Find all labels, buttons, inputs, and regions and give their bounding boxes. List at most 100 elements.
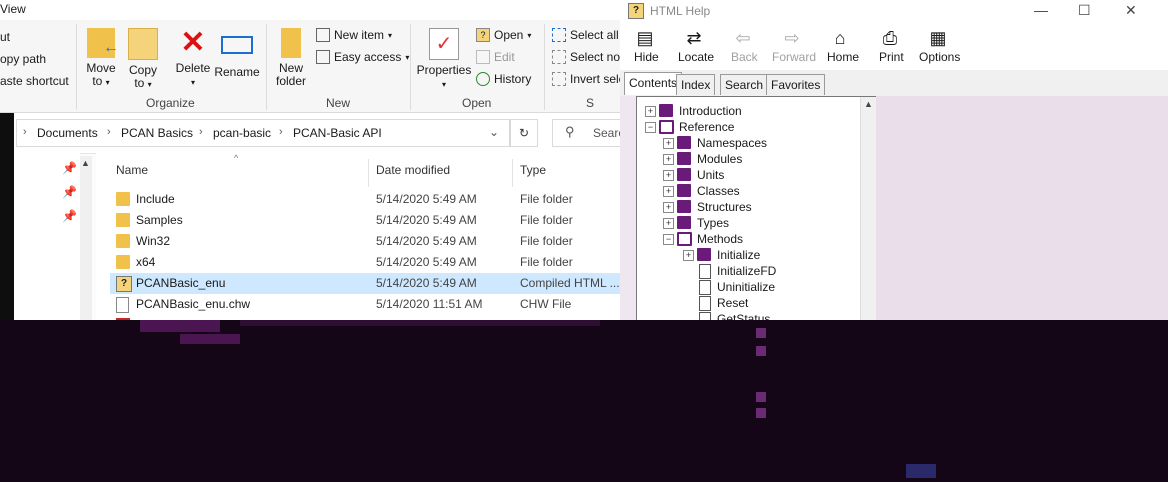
expand-icon[interactable]: +: [683, 250, 694, 261]
expand-icon[interactable]: +: [663, 218, 674, 229]
history-label: History: [494, 72, 532, 86]
breadcrumb-pcan-basic[interactable]: pcan-basic: [213, 126, 271, 140]
locate-button[interactable]: Locate: [678, 50, 714, 64]
forward-arrow-icon: ⇨: [784, 28, 800, 48]
expand-icon[interactable]: +: [663, 170, 674, 181]
tree-scrollbar[interactable]: ▲: [860, 97, 877, 321]
nav-scrollbar[interactable]: ▲: [80, 156, 92, 336]
open-book-icon: [677, 232, 692, 246]
easy-access-icon: [316, 50, 330, 64]
chevron-right-icon: ›: [23, 126, 27, 138]
file-date: 5/14/2020 5:49 AM: [376, 255, 477, 269]
table-row[interactable]: Samples 5/14/2020 5:49 AM File folder: [110, 210, 640, 231]
delete-button[interactable]: ✕ Delete ▾: [174, 28, 212, 89]
window-edge: [0, 113, 14, 336]
printer-icon: ⎙: [882, 28, 898, 48]
column-divider[interactable]: [512, 159, 513, 187]
close-icon[interactable]: ✕: [1125, 2, 1137, 19]
sort-ascending-icon: ^: [234, 153, 239, 163]
chevron-down-icon[interactable]: ⌄: [489, 125, 499, 139]
chevron-down-icon: ▾: [441, 80, 446, 89]
tab-favorites[interactable]: Favorites: [766, 74, 826, 95]
ribbon-divider: [410, 24, 411, 110]
pin-icon[interactable]: 📌: [62, 161, 77, 175]
tree-node-label: Modules: [697, 152, 743, 166]
tab-index[interactable]: Index: [676, 74, 716, 95]
breadcrumb-documents[interactable]: Documents: [37, 126, 98, 140]
help-file-icon: ?: [476, 28, 490, 42]
easy-access-button[interactable]: Easy access ▾: [316, 50, 409, 64]
invert-selection-button[interactable]: Invert sele: [552, 72, 625, 86]
ribbon: ut opy path aste shortcut ← Move to ▾ Co…: [0, 20, 640, 113]
pin-icon[interactable]: 📌: [62, 209, 77, 223]
page-icon: [699, 264, 711, 279]
invert-selection-label: Invert sele: [570, 72, 626, 86]
properties-button[interactable]: ✓ Properties ▾: [416, 28, 472, 91]
copy-path-label: opy path: [0, 52, 47, 66]
move-to-button[interactable]: ← Move to ▾: [84, 28, 119, 89]
forward-button[interactable]: Forward: [772, 50, 816, 64]
menu-bar: View: [0, 0, 640, 20]
breadcrumb-pcan-basics[interactable]: PCAN Basics: [121, 126, 193, 140]
breadcrumb-pcan-basic-api[interactable]: PCAN-Basic API: [293, 126, 382, 140]
expand-icon[interactable]: +: [663, 138, 674, 149]
new-item-button[interactable]: New item ▾: [316, 28, 392, 42]
home-button[interactable]: Home: [827, 50, 859, 64]
ribbon-divider: [266, 24, 267, 110]
help-app-icon: ?: [628, 3, 644, 19]
file-icon: [116, 297, 129, 313]
back-button[interactable]: Back: [731, 50, 758, 64]
select-all-button[interactable]: Select all: [552, 28, 619, 42]
print-button[interactable]: Print: [879, 50, 904, 64]
column-name[interactable]: Name: [116, 163, 148, 177]
copy-to-button[interactable]: Copy to ▾: [126, 28, 160, 91]
expand-icon[interactable]: +: [663, 186, 674, 197]
scroll-up-icon[interactable]: ▲: [81, 158, 90, 168]
tree-node-label: Methods: [697, 232, 744, 246]
column-type[interactable]: Type: [520, 163, 546, 177]
collapse-icon[interactable]: −: [663, 234, 674, 245]
options-button[interactable]: Options: [919, 50, 960, 64]
hide-button[interactable]: Hide: [634, 50, 659, 64]
open-button[interactable]: ? Open ▾: [476, 28, 531, 42]
contents-tree: ▲ + Introduction − Reference + Namespaces + Mod…: [636, 96, 878, 322]
table-row-selected[interactable]: ? PCANBasic_enu 5/14/2020 5:49 AM Compil…: [110, 273, 640, 294]
help-title-bar: ? HTML Help — ☐ ✕: [620, 0, 1168, 22]
menu-view[interactable]: View: [0, 2, 26, 16]
expand-icon[interactable]: +: [645, 106, 656, 117]
table-row[interactable]: x64 5/14/2020 5:49 AM File folder: [110, 252, 640, 273]
tab-search[interactable]: Search: [720, 74, 769, 95]
pin-icon[interactable]: 📌: [62, 185, 77, 199]
table-row[interactable]: Include 5/14/2020 5:49 AM File folder: [110, 189, 640, 210]
address-bar[interactable]: › Documents › PCAN Basics › pcan-basic ›…: [16, 119, 510, 147]
expand-icon[interactable]: +: [663, 154, 674, 165]
refresh-button[interactable]: ↻: [510, 119, 538, 147]
rename-button[interactable]: Rename: [214, 28, 260, 79]
maximize-icon[interactable]: ☐: [1078, 2, 1091, 19]
tab-contents[interactable]: Contents: [624, 72, 683, 95]
minimize-icon[interactable]: —: [1034, 2, 1048, 18]
table-row[interactable]: PCANBasic_enu.chw 5/14/2020 11:51 AM CHW…: [110, 294, 640, 315]
properties-icon: ✓: [429, 28, 459, 60]
edit-button[interactable]: Edit: [476, 50, 515, 64]
history-button[interactable]: History: [476, 72, 531, 86]
column-divider[interactable]: [368, 159, 369, 187]
select-none-button[interactable]: Select non: [552, 50, 627, 64]
column-date-modified[interactable]: Date modified: [376, 163, 450, 177]
select-none-icon: [552, 50, 566, 64]
scroll-up-icon[interactable]: ▲: [864, 99, 873, 109]
copy-path-button[interactable]: opy path: [0, 52, 46, 66]
paste-shortcut-button[interactable]: aste shortcut: [0, 74, 69, 88]
easy-access-label: Easy access: [334, 50, 402, 64]
tree-node-label: Reference: [679, 120, 735, 134]
tree-frame: [620, 96, 636, 320]
new-folder-button[interactable]: New folder: [272, 28, 310, 88]
chevron-down-icon: ▾: [527, 30, 532, 40]
chm-icon: ?: [116, 276, 132, 292]
refresh-icon: ↻: [518, 126, 530, 140]
cut-button[interactable]: ut: [0, 30, 10, 44]
table-row[interactable]: Win32 5/14/2020 5:49 AM File folder: [110, 231, 640, 252]
collapse-icon[interactable]: −: [645, 122, 656, 133]
page-icon: [699, 296, 711, 311]
expand-icon[interactable]: +: [663, 202, 674, 213]
